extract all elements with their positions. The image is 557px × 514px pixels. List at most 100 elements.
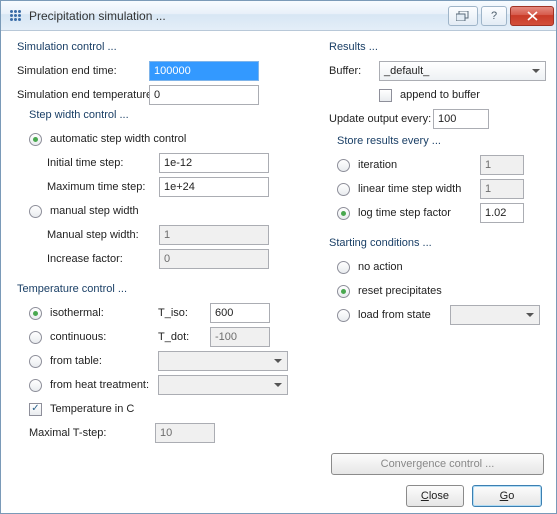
go-button[interactable]: Go (472, 485, 542, 507)
row-store-log: log time step factor (337, 201, 546, 225)
no-action-label: no action (358, 261, 403, 273)
row-end-time: Simulation end time: (17, 59, 311, 83)
isothermal-label: isothermal: (50, 307, 154, 319)
manual-width-input (159, 225, 269, 245)
store-linear-radio[interactable] (337, 183, 350, 196)
row-auto-step: automatic step width control (29, 127, 311, 151)
row-buffer: Buffer: _default_ (329, 59, 546, 83)
end-temp-input[interactable] (149, 85, 259, 105)
end-time-label: Simulation end time: (17, 65, 145, 77)
store-iteration-label: iteration (358, 159, 476, 171)
row-from-heat: from heat treatment: (29, 373, 311, 397)
from-table-combo (158, 351, 288, 371)
step-width-title: Step width control ... (29, 109, 311, 121)
update-label: Update output every: (329, 113, 429, 125)
row-no-action: no action (337, 255, 546, 279)
row-reset: reset precipitates (337, 279, 546, 303)
update-input[interactable] (433, 109, 489, 129)
titlebar: Precipitation simulation ... ? (1, 1, 556, 31)
store-log-radio[interactable] (337, 207, 350, 220)
tiso-label: T_iso: (158, 307, 206, 319)
store-title: Store results every ... (337, 135, 546, 147)
from-table-label: from table: (50, 355, 154, 367)
end-temp-label: Simulation end temperature: (17, 89, 145, 101)
bottom-bar: Close Go (329, 481, 546, 507)
temp-in-c-checkbox[interactable]: ✓ (29, 403, 42, 416)
store-iteration-input (480, 155, 524, 175)
app-icon (7, 8, 23, 24)
restore-icon (456, 11, 470, 21)
initial-step-label: Initial time step: (47, 157, 155, 169)
buffer-label: Buffer: (329, 65, 375, 77)
manual-step-label: manual step width (50, 205, 139, 217)
row-load: load from state (337, 303, 546, 327)
close-button[interactable]: Close (406, 485, 464, 507)
row-max-tstep: Maximal T-step: (29, 421, 311, 445)
row-store-linear: linear time step width (337, 177, 546, 201)
results-block: Results ... Buffer: _default_ append to … (329, 39, 546, 225)
row-append: append to buffer (329, 83, 546, 107)
dialog-window: Precipitation simulation ... ? Simulatio… (0, 0, 557, 514)
store-linear-input (480, 179, 524, 199)
titlebar-buttons: ? (448, 6, 554, 26)
help-icon: ? (491, 10, 497, 22)
starting-title: Starting conditions ... (329, 237, 546, 249)
row-from-table: from table: (29, 349, 311, 373)
convergence-row: Convergence control ... (329, 453, 546, 481)
row-store-iteration: iteration (337, 153, 546, 177)
store-log-input[interactable] (480, 203, 524, 223)
columns: Simulation control ... Simulation end ti… (11, 39, 546, 507)
titlebar-help-button[interactable]: ? (481, 6, 507, 26)
end-time-input[interactable] (149, 61, 259, 81)
auto-step-radio[interactable] (29, 133, 42, 146)
append-checkbox[interactable] (379, 89, 392, 102)
store-log-label: log time step factor (358, 207, 476, 219)
no-action-radio[interactable] (337, 261, 350, 274)
right-column: Results ... Buffer: _default_ append to … (329, 39, 546, 507)
row-manual-step: manual step width (29, 199, 311, 223)
row-update: Update output every: (329, 107, 546, 131)
starting-block: Starting conditions ... no action reset … (329, 235, 546, 327)
from-heat-radio[interactable] (29, 379, 42, 392)
results-title: Results ... (329, 41, 546, 53)
manual-step-radio[interactable] (29, 205, 42, 218)
from-heat-label: from heat treatment: (50, 379, 154, 391)
store-linear-label: linear time step width (358, 183, 476, 195)
load-radio[interactable] (337, 309, 350, 322)
row-max-step: Maximum time step: (47, 175, 311, 199)
continuous-label: continuous: (50, 331, 154, 343)
from-heat-combo (158, 375, 288, 395)
max-step-label: Maximum time step: (47, 181, 155, 193)
tdot-label: T_dot: (158, 331, 206, 343)
row-manual-width: Manual step width: (47, 223, 311, 247)
max-tstep-input (155, 423, 215, 443)
tiso-input[interactable] (210, 303, 270, 323)
load-label: load from state (358, 309, 446, 321)
manual-width-label: Manual step width: (47, 229, 155, 241)
row-temp-in-c: ✓ Temperature in C (29, 397, 311, 421)
increase-input (159, 249, 269, 269)
auto-step-label: automatic step width control (50, 133, 186, 145)
max-step-input[interactable] (159, 177, 269, 197)
titlebar-restore-button[interactable] (448, 6, 478, 26)
increase-label: Increase factor: (47, 253, 155, 265)
row-initial-step: Initial time step: (47, 151, 311, 175)
continuous-radio[interactable] (29, 331, 42, 344)
temp-in-c-label: Temperature in C (50, 403, 134, 415)
titlebar-close-button[interactable] (510, 6, 554, 26)
append-label: append to buffer (400, 89, 480, 101)
isothermal-radio[interactable] (29, 307, 42, 320)
reset-radio[interactable] (337, 285, 350, 298)
from-table-radio[interactable] (29, 355, 42, 368)
row-continuous: continuous: T_dot: (29, 325, 311, 349)
max-tstep-label: Maximal T-step: (29, 427, 151, 439)
load-combo (450, 305, 540, 325)
buffer-combo[interactable]: _default_ (379, 61, 546, 81)
convergence-button: Convergence control ... (331, 453, 544, 475)
reset-label: reset precipitates (358, 285, 442, 297)
store-iteration-radio[interactable] (337, 159, 350, 172)
dialog-body: Simulation control ... Simulation end ti… (1, 31, 556, 513)
row-increase: Increase factor: (47, 247, 311, 271)
row-isothermal: isothermal: T_iso: (29, 301, 311, 325)
initial-step-input[interactable] (159, 153, 269, 173)
